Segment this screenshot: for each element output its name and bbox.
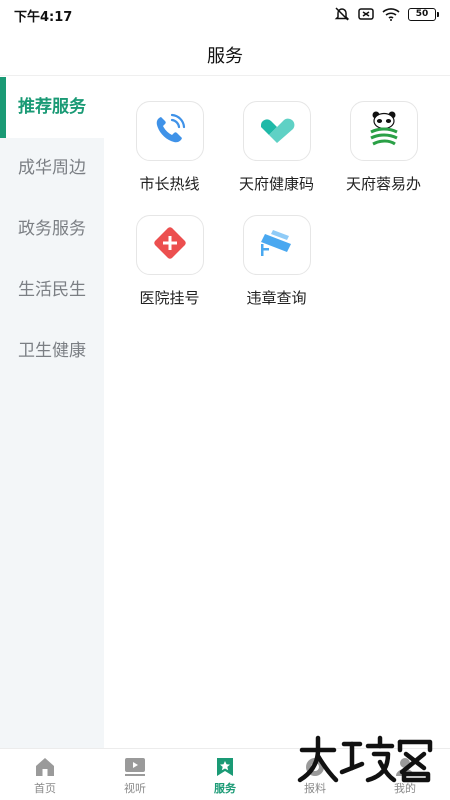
tab-label: 视听 — [124, 782, 146, 795]
service-mayor-hotline[interactable]: 市长热线 — [116, 101, 223, 211]
service-label: 天府健康码 — [238, 175, 314, 193]
wifi-icon — [382, 7, 400, 21]
service-rongyiban[interactable]: 天府蓉易办 — [330, 101, 437, 211]
home-icon — [34, 757, 56, 777]
heart-icon — [257, 113, 297, 149]
service-icon-box — [350, 101, 418, 161]
service-icon-box — [136, 101, 204, 161]
camera-icon — [257, 226, 297, 264]
service-hospital-registration[interactable]: 医院挂号 — [116, 215, 223, 325]
service-icon-box — [243, 101, 311, 161]
service-label: 天府蓉易办 — [345, 175, 421, 193]
category-sidebar: 推荐服务 成华周边 政务服务 生活民生 卫生健康 — [0, 77, 104, 748]
tab-home[interactable]: 首页 — [0, 749, 90, 800]
battery-icon: 50 — [408, 7, 439, 21]
sidebar-item-health[interactable]: 卫生健康 — [0, 321, 104, 382]
tab-video[interactable]: 视听 — [90, 749, 180, 800]
service-violation-query[interactable]: 违章查询 — [223, 215, 330, 325]
mute-icon — [334, 6, 350, 22]
tab-label: 首页 — [34, 782, 56, 795]
tab-service[interactable]: 服务 — [180, 749, 270, 800]
header: 服务 — [0, 28, 450, 76]
sim-icon — [358, 7, 374, 21]
sidebar-item-livelihood[interactable]: 生活民生 — [0, 260, 104, 321]
tab-label: 服务 — [214, 782, 236, 795]
panda-icon — [367, 110, 401, 152]
service-icon-box — [136, 215, 204, 275]
service-health-code[interactable]: 天府健康码 — [223, 101, 330, 211]
video-icon — [124, 757, 146, 777]
sidebar-item-recommended[interactable]: 推荐服务 — [0, 77, 104, 138]
watermark-logo — [297, 735, 433, 783]
medical-cross-icon — [152, 225, 188, 265]
service-grid: 市长热线 天府健康码 天府蓉易办 医院挂号 违章查询 — [104, 77, 450, 748]
status-bar: 下午4:17 50 — [0, 0, 450, 28]
phone-icon — [152, 111, 188, 151]
bookmark-star-icon — [214, 757, 236, 777]
service-label: 市长热线 — [139, 175, 200, 193]
status-time: 下午4:17 — [14, 10, 73, 25]
service-label: 违章查询 — [246, 289, 307, 307]
status-icons: 50 — [334, 6, 439, 22]
sidebar-item-chenghua-nearby[interactable]: 成华周边 — [0, 138, 104, 199]
page-title: 服务 — [207, 46, 243, 67]
sidebar-item-government[interactable]: 政务服务 — [0, 199, 104, 260]
service-icon-box — [243, 215, 311, 275]
service-label: 医院挂号 — [139, 289, 200, 307]
